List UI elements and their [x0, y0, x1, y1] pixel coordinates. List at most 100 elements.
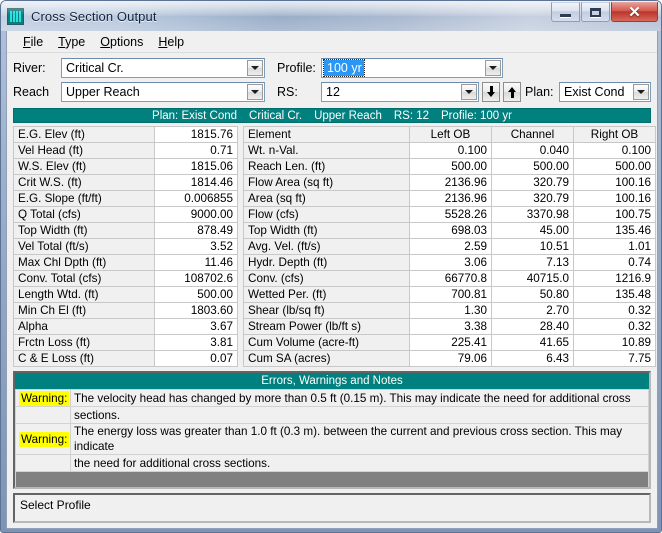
rs-dropdown[interactable]: 12 — [321, 82, 479, 102]
summary-value: 1803.60 — [154, 302, 238, 319]
table-row[interactable]: Crit W.S. (ft) 1814.46 — [13, 174, 238, 191]
table-row[interactable]: Shear (lb/sq ft) 1.30 2.70 0.32 — [243, 302, 656, 319]
menu-file[interactable]: File — [17, 33, 52, 51]
summary-label: Vel Head (ft) — [13, 142, 155, 159]
table-row[interactable]: Reach Len. (ft) 500.00 500.00 500.00 — [243, 158, 656, 175]
table-row[interactable]: W.S. Elev (ft) 1815.06 — [13, 158, 238, 175]
table-row[interactable]: Conv. (cfs) 66770.8 40715.0 1216.9 — [243, 270, 656, 287]
table-row[interactable]: E.G. Slope (ft/ft) 0.006855 — [13, 190, 238, 207]
element-right-ob: 0.32 — [573, 302, 656, 319]
summary-label: Length Wtd. (ft) — [13, 286, 155, 303]
table-row[interactable]: Wt. n-Val. 0.100 0.040 0.100 — [243, 142, 656, 159]
table-row[interactable]: Q Total (cfs) 9000.00 — [13, 206, 238, 223]
table-row[interactable]: Vel Head (ft) 0.71 — [13, 142, 238, 159]
status-badge: Warning: — [19, 431, 70, 447]
table-row[interactable]: Stream Power (lb/ft s) 3.38 28.40 0.32 — [243, 318, 656, 335]
summary-value: 1815.06 — [154, 158, 238, 175]
element-label: Area (sq ft) — [243, 190, 410, 207]
context-reach: Upper Reach — [314, 109, 382, 122]
table-row[interactable]: Frctn Loss (ft) 3.81 — [13, 334, 238, 351]
note-row-continued[interactable]: the need for additional cross sections. — [15, 454, 649, 472]
table-row[interactable]: Area (sq ft) 2136.96 320.79 100.16 — [243, 190, 656, 207]
table-row[interactable]: C & E Loss (ft) 0.07 — [13, 350, 238, 367]
element-right-ob: 0.32 — [573, 318, 656, 335]
summary-value: 0.07 — [154, 350, 238, 367]
table-row[interactable]: Cum SA (acres) 79.06 6.43 7.75 — [243, 350, 656, 367]
element-label: Flow Area (sq ft) — [243, 174, 410, 191]
reach-label: Reach — [13, 85, 50, 99]
table-row[interactable]: Alpha 3.67 — [13, 318, 238, 335]
up-arrow-icon — [507, 86, 517, 98]
profile-dropdown[interactable]: 100 yr — [321, 58, 503, 78]
close-icon: ✕ — [628, 4, 641, 21]
element-channel: 500.00 — [491, 158, 574, 175]
chevron-down-icon[interactable] — [247, 84, 263, 100]
note-filler-row — [15, 471, 649, 487]
menu-bar: File Type Options Help — [7, 31, 657, 53]
note-row[interactable]: Warning: The energy loss was greater than… — [15, 423, 649, 455]
status-text: Select Profile — [20, 498, 91, 512]
table-row[interactable]: Cum Volume (acre-ft) 225.41 41.65 10.89 — [243, 334, 656, 351]
maximize-button[interactable] — [581, 2, 610, 22]
note-row-continued[interactable]: sections. — [15, 406, 649, 424]
element-channel: 28.40 — [491, 318, 574, 335]
summary-label: Q Total (cfs) — [13, 206, 155, 223]
plan-dropdown[interactable]: Exist Cond — [559, 82, 651, 102]
table-row[interactable]: Hydr. Depth (ft) 3.06 7.13 0.74 — [243, 254, 656, 271]
summary-value: 108702.6 — [154, 270, 238, 287]
title-bar[interactable]: Cross Section Output ✕ — [1, 1, 661, 31]
element-left-ob: 700.81 — [409, 286, 492, 303]
table-row[interactable]: Wetted Per. (ft) 700.81 50.80 135.48 — [243, 286, 656, 303]
element-left-ob: 2136.96 — [409, 190, 492, 207]
cross-section-output-window: Cross Section Output ✕ File Type Options… — [0, 0, 662, 533]
note-tag-cell: Warning: — [15, 389, 71, 407]
element-right-ob: 10.89 — [573, 334, 656, 351]
table-row[interactable]: Flow Area (sq ft) 2136.96 320.79 100.16 — [243, 174, 656, 191]
table-row[interactable]: Flow (cfs) 5528.26 3370.98 100.75 — [243, 206, 656, 223]
chevron-down-icon[interactable] — [485, 60, 501, 76]
menu-help[interactable]: Help — [152, 33, 193, 51]
element-right-ob: 100.16 — [573, 174, 656, 191]
notes-list[interactable]: Warning: The velocity head has changed by… — [15, 389, 649, 487]
column-header-element: Element — [243, 126, 410, 143]
reach-dropdown[interactable]: Upper Reach — [61, 82, 265, 102]
minimize-button[interactable] — [551, 2, 580, 22]
table-row[interactable]: Top Width (ft) 878.49 — [13, 222, 238, 239]
table-row[interactable]: Conv. Total (cfs) 108702.6 — [13, 270, 238, 287]
element-left-ob: 225.41 — [409, 334, 492, 351]
element-channel: 0.040 — [491, 142, 574, 159]
summary-value: 11.46 — [154, 254, 238, 271]
table-row[interactable]: Vel Total (ft/s) 3.52 — [13, 238, 238, 255]
summary-label: Alpha — [13, 318, 155, 335]
summary-label: C & E Loss (ft) — [13, 350, 155, 367]
element-left-ob: 66770.8 — [409, 270, 492, 287]
table-row[interactable]: Length Wtd. (ft) 500.00 — [13, 286, 238, 303]
close-button[interactable]: ✕ — [611, 2, 658, 22]
table-row[interactable]: Max Chl Dpth (ft) 11.46 — [13, 254, 238, 271]
menu-options[interactable]: Options — [94, 33, 152, 51]
element-left-ob: 500.00 — [409, 158, 492, 175]
window-controls: ✕ — [550, 2, 658, 22]
chevron-down-icon[interactable] — [461, 84, 477, 100]
summary-value: 3.67 — [154, 318, 238, 335]
table-row[interactable]: Avg. Vel. (ft/s) 2.59 10.51 1.01 — [243, 238, 656, 255]
chevron-down-icon[interactable] — [633, 84, 649, 100]
window-title: Cross Section Output — [31, 8, 157, 24]
element-right-ob: 0.100 — [573, 142, 656, 159]
element-channel: 50.80 — [491, 286, 574, 303]
table-row[interactable]: Top Width (ft) 698.03 45.00 135.46 — [243, 222, 656, 239]
element-right-ob: 135.48 — [573, 286, 656, 303]
element-label: Top Width (ft) — [243, 222, 410, 239]
notes-panel-title: Errors, Warnings and Notes — [15, 373, 649, 389]
note-row[interactable]: Warning: The velocity head has changed by… — [15, 389, 649, 407]
chevron-down-icon[interactable] — [247, 60, 263, 76]
table-row[interactable]: Min Ch El (ft) 1803.60 — [13, 302, 238, 319]
next-rs-button[interactable] — [503, 82, 521, 102]
selector-panel: River: Critical Cr. Profile: 100 yr Reac… — [7, 53, 657, 107]
river-dropdown[interactable]: Critical Cr. — [61, 58, 265, 78]
previous-rs-button[interactable] — [482, 82, 500, 102]
summary-label: Crit W.S. (ft) — [13, 174, 155, 191]
summary-value: 0.71 — [154, 142, 238, 159]
table-row[interactable]: E.G. Elev (ft) 1815.76 — [13, 126, 238, 143]
menu-type[interactable]: Type — [52, 33, 94, 51]
